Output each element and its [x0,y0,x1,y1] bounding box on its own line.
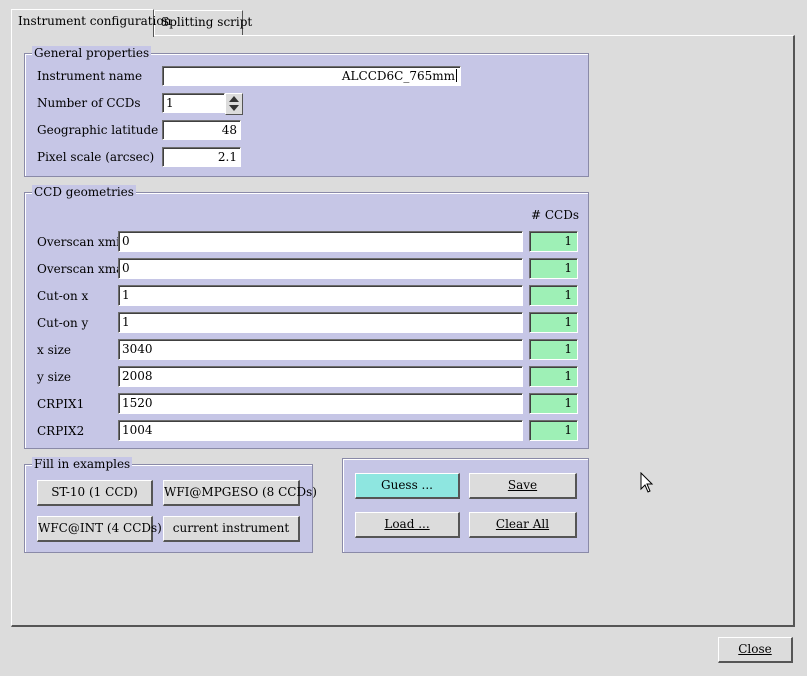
arrow-down-icon[interactable] [229,105,239,111]
num-ccds-value: 1 [166,96,174,110]
ccd-count-input[interactable]: 1 [529,285,578,306]
group-title: Fill in examples [32,457,133,471]
ccd-count-input[interactable]: 1 [529,420,578,441]
pixel-scale-value: 2.1 [217,150,237,164]
ccd-row-value: 0 [122,261,130,275]
group-title: General properties [32,46,152,60]
load-button[interactable]: Load ... [355,512,460,538]
ccd-count-input[interactable]: 1 [529,393,578,414]
ccd-row-value: 1004 [122,423,153,437]
save-label: Save [507,478,538,492]
load-label: Load ... [384,517,430,531]
ccd-count-header: # CCDs [531,208,580,222]
ccd-row-value: 1520 [122,396,153,410]
latitude-value: 48 [221,123,237,137]
group-title: CCD geometries [32,185,136,199]
guess-button[interactable]: Guess ... [355,473,460,499]
example-wfi-button[interactable]: WFI@MPGESO (8 CCDs) [163,480,317,506]
instrument-name-value: ALCCD6C_765mm [341,69,455,83]
ccd-row-value: 3040 [122,342,153,356]
ccd-row-label: Cut-on y [37,316,89,330]
clear-all-button[interactable]: Clear All [469,512,577,538]
pixel-scale-label: Pixel scale (arcsec) [37,150,155,164]
arrow-up-icon[interactable] [229,96,239,102]
close-label: Close [738,642,772,656]
ccd-row-input[interactable]: 1 [118,312,523,333]
ccd-count-input[interactable]: 1 [529,312,578,333]
ccd-row-label: Overscan xmin [37,235,128,249]
ccd-row-input[interactable]: 2008 [118,366,523,387]
ccd-row-label: y size [37,370,72,384]
num-ccds-spinner[interactable] [225,93,243,115]
ccd-row-label: CRPIX1 [37,397,85,411]
example-st10-button[interactable]: ST-10 (1 CCD) [37,480,153,506]
num-ccds-input[interactable]: 1 [162,93,225,113]
ccd-row-value: 1 [122,315,130,329]
ccd-count-input[interactable]: 1 [529,231,578,252]
instrument-name-input[interactable]: ALCCD6C_765mm [162,66,461,86]
ccd-row-value: 2008 [122,369,153,383]
tab-label: Splitting script [161,15,253,29]
save-button[interactable]: Save [469,473,577,499]
ccd-row-label: Overscan xmax [37,262,131,276]
ccd-row-value: 0 [122,234,130,248]
ccd-count-input[interactable]: 1 [529,366,578,387]
example-wfc-button[interactable]: WFC@INT (4 CCDs) [37,516,162,542]
ccd-count-input[interactable]: 1 [529,339,578,360]
clear-all-label: Clear All [495,517,550,531]
ccd-row-input[interactable]: 1 [118,285,523,306]
ccd-row-value: 1 [122,288,130,302]
ccd-row-label: x size [37,343,72,357]
ccd-count-input[interactable]: 1 [529,258,578,279]
close-button[interactable]: Close [718,637,793,663]
pixel-scale-input[interactable]: 2.1 [162,147,241,167]
ccd-row-input[interactable]: 1520 [118,393,523,414]
latitude-input[interactable]: 48 [162,120,241,140]
ccd-row-input[interactable]: 0 [118,231,523,252]
latitude-label: Geographic latitude [37,123,159,137]
instrument-name-label: Instrument name [37,69,143,83]
tab-label: Instrument configuration [18,14,172,28]
mouse-cursor-icon [640,472,654,493]
ccd-row-input[interactable]: 3040 [118,339,523,360]
current-instrument-button[interactable]: current instrument [163,516,300,542]
ccd-row-label: CRPIX2 [37,424,85,438]
num-ccds-label: Number of CCDs [37,96,141,110]
ccd-row-input[interactable]: 1004 [118,420,523,441]
ccd-row-label: Cut-on x [37,289,89,303]
tab-instrument-configuration[interactable]: Instrument configuration [11,9,171,37]
ccd-row-input[interactable]: 0 [118,258,523,279]
